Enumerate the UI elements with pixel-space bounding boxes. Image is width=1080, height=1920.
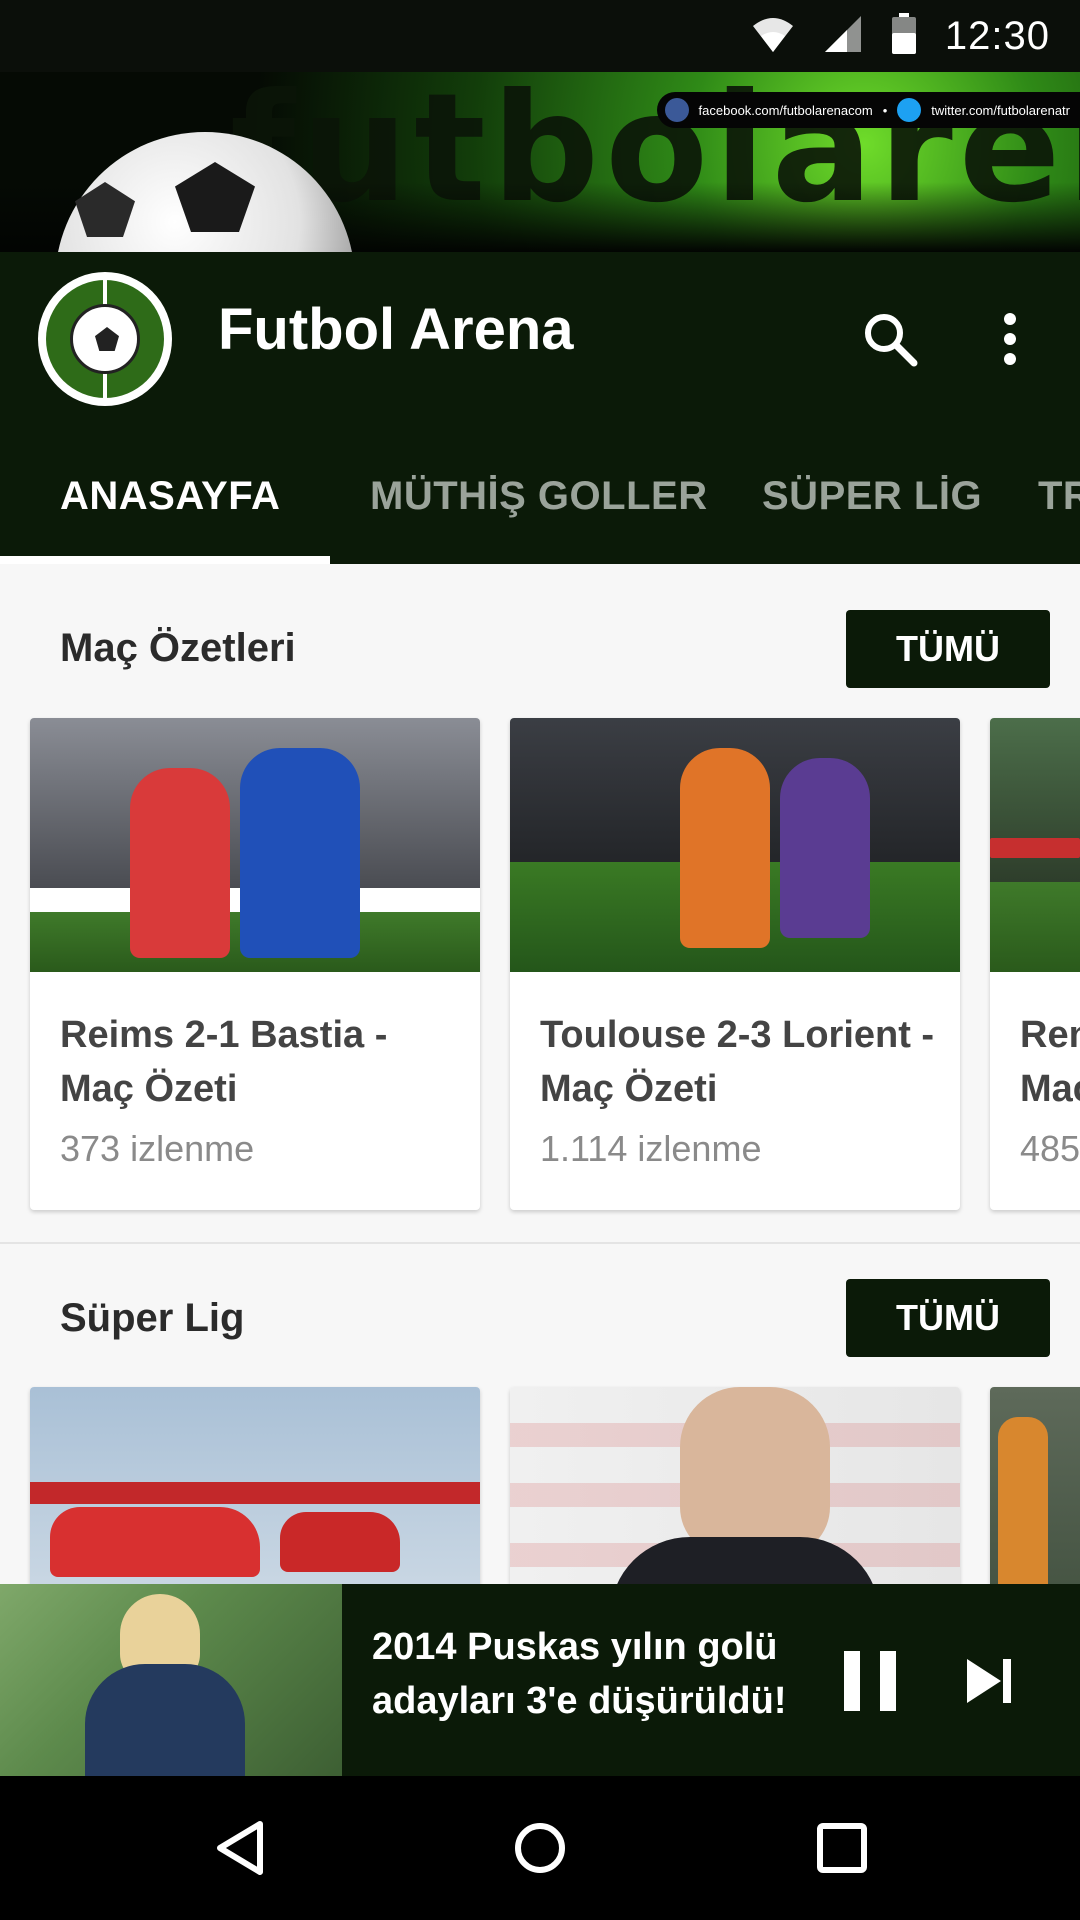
video-title: Toulouse 2-3 Lorient - Maç Özeti bbox=[540, 1014, 935, 1110]
twitter-icon bbox=[897, 98, 922, 122]
twitter-link[interactable]: twitter.com/futbolarenatr bbox=[931, 103, 1070, 118]
app-bar: Futbol Arena bbox=[0, 252, 1080, 428]
now-playing-title: 2014 Puskas yılın golü adayları 3'e düşü… bbox=[372, 1626, 787, 1722]
skip-next-button[interactable] bbox=[950, 1636, 1030, 1726]
app-title: Futbol Arena bbox=[218, 297, 574, 362]
video-thumbnail bbox=[510, 718, 960, 972]
search-icon bbox=[865, 314, 918, 367]
cell-signal-icon bbox=[823, 14, 863, 59]
section-divider bbox=[0, 1242, 1080, 1244]
pause-button[interactable] bbox=[830, 1636, 910, 1726]
logo-ball-icon bbox=[70, 304, 140, 374]
section-title-super-lig: Süper Lig bbox=[60, 1296, 245, 1340]
tab-bar: ANASAYFA MÜTHİŞ GOLLER SÜPER LİG TR bbox=[0, 428, 1080, 564]
view-count: 485 bbox=[1020, 1128, 1080, 1169]
overflow-menu-button[interactable] bbox=[980, 304, 1040, 374]
video-thumbnail bbox=[30, 718, 480, 972]
video-thumbnail bbox=[990, 718, 1080, 972]
tab-tr[interactable]: TR bbox=[1038, 428, 1080, 564]
tab-indicator bbox=[0, 556, 330, 564]
facebook-icon bbox=[664, 98, 689, 122]
wifi-icon bbox=[751, 14, 795, 59]
logo-pitch bbox=[46, 280, 164, 398]
clock: 12:30 bbox=[944, 13, 1050, 58]
facebook-link[interactable]: facebook.com/futbolarenacom bbox=[699, 103, 873, 118]
search-button[interactable] bbox=[855, 304, 925, 374]
tab-anasayfa[interactable]: ANASAYFA bbox=[60, 428, 280, 564]
system-navigation-bar bbox=[0, 1776, 1080, 1920]
section-title-mac-ozetleri: Maç Özetleri bbox=[60, 626, 296, 670]
home-icon bbox=[515, 1823, 565, 1873]
back-icon bbox=[217, 1821, 263, 1875]
now-playing-bar[interactable]: 2014 Puskas yılın golü adayları 3'e düşü… bbox=[0, 1584, 1080, 1776]
view-count: 1.114 izlenme bbox=[540, 1128, 762, 1169]
social-links: facebook.com/futbolarenacom • twitter.co… bbox=[656, 92, 1080, 128]
app-screen: 12:30 futbolarena facebook.com/futbolare… bbox=[0, 0, 1080, 1920]
video-title: Reims 2-1 Bastia - Maç Özeti bbox=[60, 1014, 388, 1110]
now-playing-thumbnail bbox=[0, 1584, 342, 1776]
all-button-super-lig[interactable]: TÜMÜ bbox=[846, 1279, 1050, 1357]
video-card[interactable]: Ren Mac 485 bbox=[990, 718, 1080, 1210]
tab-muthis-goller[interactable]: MÜTHİŞ GOLLER bbox=[370, 428, 708, 564]
back-button[interactable] bbox=[200, 1808, 280, 1888]
tab-super-lig[interactable]: SÜPER LİG bbox=[762, 428, 982, 564]
more-vert-icon bbox=[1004, 313, 1016, 365]
battery-icon bbox=[891, 12, 917, 60]
pause-icon bbox=[844, 1651, 896, 1711]
home-button[interactable] bbox=[500, 1808, 580, 1888]
video-title: Ren Mac bbox=[1020, 1014, 1080, 1110]
header-banner: futbolarena facebook.com/futbolarenacom … bbox=[0, 72, 1080, 252]
video-card[interactable]: Reims 2-1 Bastia - Maç Özeti 373 izlenme bbox=[30, 718, 480, 1210]
app-logo bbox=[38, 272, 172, 406]
video-card[interactable]: Toulouse 2-3 Lorient - Maç Özeti 1.114 i… bbox=[510, 718, 960, 1210]
status-bar: 12:30 bbox=[0, 0, 1080, 72]
recents-button[interactable] bbox=[802, 1808, 882, 1888]
recents-icon bbox=[817, 1823, 867, 1873]
skip-next-icon bbox=[967, 1659, 1011, 1703]
all-button-mac-ozetleri[interactable]: TÜMÜ bbox=[846, 610, 1050, 688]
separator-dot: • bbox=[882, 102, 888, 118]
view-count: 373 izlenme bbox=[60, 1128, 255, 1169]
